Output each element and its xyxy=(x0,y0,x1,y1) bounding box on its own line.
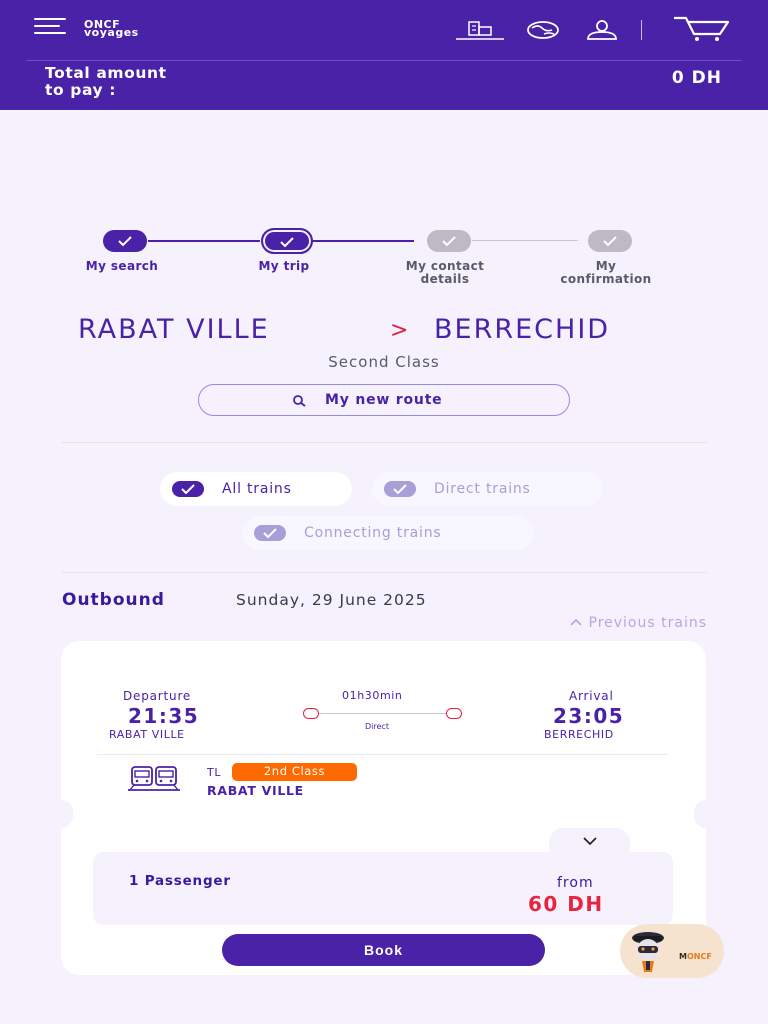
travel-class-label: Second Class xyxy=(328,353,440,371)
total-amount-label: Total amount to pay : xyxy=(45,64,167,99)
step-contact-label: My contact details xyxy=(405,259,485,286)
globe-icon[interactable] xyxy=(526,18,560,42)
checkbox xyxy=(384,481,416,497)
oncf-voyages-logo[interactable]: ONCF voyages xyxy=(84,18,168,39)
previous-trains-label: Previous trains xyxy=(588,615,707,631)
chatbot-button[interactable]: MONCF xyxy=(620,924,724,978)
filter-direct-trains[interactable]: Direct trains xyxy=(372,472,602,506)
top-header: ONCF voyages Total amount to pay : 0 DH xyxy=(0,0,768,110)
check-icon xyxy=(442,236,456,247)
step-contact-indicator xyxy=(427,230,471,252)
step-connector xyxy=(148,240,260,242)
departure-time: 21:35 xyxy=(128,704,200,728)
card-divider xyxy=(97,754,668,755)
train-station: RABAT VILLE xyxy=(207,783,304,798)
departure-station: RABAT VILLE xyxy=(109,728,185,741)
check-icon xyxy=(393,484,407,494)
route-separator: > xyxy=(390,318,411,343)
logo-line2: voyages xyxy=(84,26,139,39)
trip-timeline xyxy=(310,713,456,714)
total-amount-value: 0 DH xyxy=(671,68,722,88)
chatbot-brand: MONCF xyxy=(679,952,712,961)
step-connector xyxy=(472,240,578,241)
connection-type: Direct xyxy=(365,722,389,731)
route-origin: RABAT VILLE xyxy=(78,314,270,345)
divider xyxy=(62,442,707,443)
user-icon[interactable] xyxy=(586,18,618,42)
timeline-end-dot xyxy=(446,708,462,719)
check-icon xyxy=(181,484,195,494)
filter-all-trains-label: All trains xyxy=(222,481,292,497)
checkbox xyxy=(254,525,286,541)
timeline-start-dot xyxy=(303,708,319,719)
train-code: TL xyxy=(207,766,222,779)
checkbox-checked xyxy=(172,481,204,497)
station-icon[interactable] xyxy=(456,18,504,42)
new-route-button[interactable]: My new route xyxy=(198,384,570,416)
filter-connecting-trains[interactable]: Connecting trains xyxy=(242,516,534,550)
check-icon xyxy=(603,236,617,247)
card-notch xyxy=(694,800,718,828)
filter-all-trains[interactable]: All trains xyxy=(160,472,352,506)
chevron-up-icon xyxy=(570,618,582,626)
arrival-station: BERRECHID xyxy=(544,728,614,741)
new-route-label: My new route xyxy=(325,392,443,408)
filter-direct-trains-label: Direct trains xyxy=(434,481,531,497)
expand-details-button[interactable] xyxy=(549,828,630,858)
card-notch xyxy=(49,800,73,828)
check-icon xyxy=(280,237,294,248)
outbound-title: Outbound xyxy=(62,590,165,610)
chevron-down-icon xyxy=(583,837,597,846)
cart-icon[interactable] xyxy=(672,14,732,42)
step-connector xyxy=(312,240,414,242)
outbound-date: Sunday, 29 June 2025 xyxy=(236,591,427,609)
header-divider xyxy=(641,20,642,40)
route-destination: BERRECHID xyxy=(434,314,611,345)
filter-connecting-trains-label: Connecting trains xyxy=(304,525,442,541)
step-trip-label: My trip xyxy=(258,259,310,273)
check-icon xyxy=(263,528,277,538)
step-search-indicator xyxy=(103,230,147,252)
search-icon xyxy=(293,395,306,407)
step-confirmation-indicator xyxy=(588,230,632,252)
step-trip-indicator xyxy=(261,228,313,254)
step-confirmation-label: My confirmation xyxy=(560,259,652,286)
trip-duration: 01h30min xyxy=(342,689,403,702)
chatbot-brand-prefix: M xyxy=(679,952,687,961)
price-value: 60 DH xyxy=(528,892,604,916)
price-from-label: from xyxy=(557,875,594,891)
header-separator xyxy=(26,60,742,61)
mascot-icon xyxy=(632,932,664,972)
train-icon xyxy=(128,766,180,791)
booking-stepper: My search My trip My contact details My … xyxy=(0,226,768,296)
passenger-count: 1 Passenger xyxy=(129,873,231,889)
arrival-time: 23:05 xyxy=(553,704,625,728)
chatbot-brand-suffix: ONCF xyxy=(686,952,712,961)
menu-icon[interactable] xyxy=(34,18,66,36)
departure-label: Departure xyxy=(123,689,192,703)
divider xyxy=(62,572,707,573)
arrival-label: Arrival xyxy=(569,689,614,703)
step-search-label: My search xyxy=(85,259,159,273)
check-icon xyxy=(118,236,132,247)
class-badge: 2nd Class xyxy=(232,763,357,781)
book-button[interactable]: Book xyxy=(222,934,545,966)
previous-trains-link[interactable]: Previous trains xyxy=(569,615,707,631)
